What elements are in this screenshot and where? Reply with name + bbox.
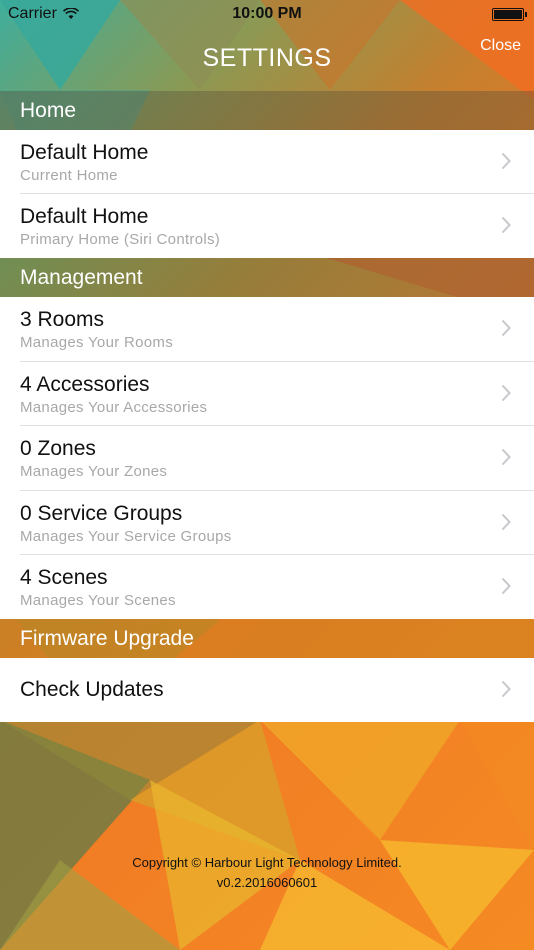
close-button[interactable]: Close [480,37,521,55]
copyright-text: Copyright © Harbour Light Technology Lim… [132,855,402,870]
row-subtitle: Manages Your Service Groups [20,528,232,545]
row-service-groups[interactable]: 0 Service Groups Manages Your Service Gr… [0,491,534,555]
chevron-right-icon [501,152,511,170]
chevron-right-icon [501,384,511,402]
chevron-right-icon [501,216,511,234]
settings-screen: Carrier 10:00 PM SETTINGS Close Home Def… [0,0,534,950]
section-header-firmware: Firmware Upgrade [0,619,534,658]
row-rooms[interactable]: 3 Rooms Manages Your Rooms [0,297,534,362]
row-subtitle: Primary Home (Siri Controls) [20,231,221,248]
page-title: SETTINGS [202,44,332,72]
row-subtitle: Manages Your Rooms [20,334,173,351]
battery-icon [492,8,527,21]
row-zones[interactable]: 0 Zones Manages Your Zones [0,426,534,491]
row-title: 4 Scenes [20,566,108,589]
row-title: 3 Rooms [20,308,105,331]
row-subtitle: Current Home [20,167,118,184]
status-bar: Carrier 10:00 PM [0,0,534,28]
chevron-right-icon [501,577,511,595]
row-scenes[interactable]: 4 Scenes Manages Your Scenes [0,555,534,619]
section-header-management: Management [0,258,534,297]
version-text: v0.2.2016060601 [216,875,318,890]
row-primary-home[interactable]: Default Home Primary Home (Siri Controls… [0,194,534,258]
row-check-updates[interactable]: Check Updates [0,658,534,722]
row-accessories[interactable]: 4 Accessories Manages Your Accessories [0,362,534,426]
footer: Copyright © Harbour Light Technology Lim… [0,853,534,893]
row-subtitle: Manages Your Zones [20,463,168,480]
row-title: 0 Service Groups [20,502,183,525]
row-title: 0 Zones [20,437,96,460]
section-header-home: Home [0,91,534,130]
chevron-right-icon [501,448,511,466]
row-title: Default Home [20,141,149,164]
clock: 10:00 PM [232,5,302,22]
chevron-right-icon [501,513,511,531]
row-title: Default Home [20,205,149,228]
chevron-right-icon [501,680,511,698]
chevron-right-icon [501,319,511,337]
row-title: 4 Accessories [20,373,150,396]
row-current-home[interactable]: Default Home Current Home [0,130,534,194]
row-subtitle: Manages Your Scenes [20,592,176,609]
row-title: Check Updates [20,678,164,701]
row-subtitle: Manages Your Accessories [20,399,208,416]
